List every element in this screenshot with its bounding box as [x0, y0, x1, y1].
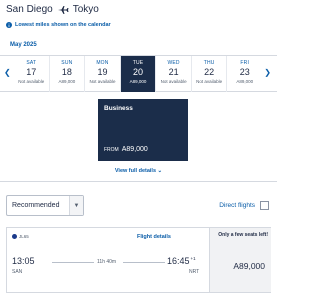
sort-value: Recommended — [12, 202, 60, 209]
arrival-time: 16:45 — [167, 256, 190, 266]
airline-logo-icon — [12, 234, 17, 239]
route-line-left — [52, 262, 94, 263]
cabin-name: Business — [104, 105, 133, 112]
day-of-week: SAT — [26, 60, 37, 66]
day-of-week: THU — [203, 60, 215, 66]
date-wed-21[interactable]: WED 21 Not available — [155, 56, 191, 92]
date-sat-17[interactable]: SAT 17 Not available — [14, 56, 49, 92]
arrival-airport-code: NRT — [189, 269, 200, 275]
cabin-price-value: A89,000 — [121, 146, 148, 153]
day-of-week: TUE — [132, 60, 144, 66]
fare-panel[interactable]: Only a few seats left! A89,000 — [209, 228, 271, 292]
direct-flights-filter[interactable]: Direct flights — [219, 201, 269, 210]
flight-info: JL65 Flight details 13:05 11h 40m 16:45+… — [7, 228, 209, 292]
sort-dropdown[interactable]: Recommended ▼ — [6, 195, 84, 216]
seats-left-notice: Only a few seats left! — [218, 232, 268, 238]
date-tue-20-selected[interactable]: TUE 20 A89,000 — [119, 56, 156, 92]
day-price: A89,000 — [58, 79, 76, 84]
departure-airport-code: SAN — [12, 269, 23, 275]
business-cabin-card[interactable]: Business FROM A89,000 — [98, 99, 188, 161]
flight-result-card[interactable]: JL65 Flight details 13:05 11h 40m 16:45+… — [6, 227, 271, 293]
flight-number: JL65 — [19, 234, 29, 239]
day-price: A89,000 — [236, 79, 254, 84]
chevron-down-icon: ⌄ — [157, 168, 163, 174]
from-label: FROM — [104, 147, 119, 153]
date-fri-23[interactable]: FRI 23 A89,000 — [226, 56, 262, 92]
day-of-week: SUN — [61, 60, 73, 66]
view-full-details-link[interactable]: View full details ⌄ — [0, 168, 277, 174]
date-sun-18[interactable]: SUN 18 A89,000 — [48, 56, 85, 92]
section-divider — [0, 181, 277, 182]
day-number: 18 — [61, 67, 72, 77]
day-number: 17 — [26, 67, 37, 77]
day-price: Not available — [196, 79, 223, 84]
arrival-time-block: 16:45+1 — [167, 256, 196, 266]
direct-flights-label: Direct flights — [219, 202, 255, 209]
direct-flights-checkbox[interactable] — [260, 201, 269, 210]
day-of-week: FRI — [240, 60, 250, 66]
date-mon-19[interactable]: MON 19 Not available — [84, 56, 120, 92]
day-number: 21 — [168, 67, 179, 77]
date-thu-22[interactable]: THU 22 Not available — [190, 56, 227, 92]
day-of-week: WED — [167, 60, 180, 66]
date-selector: ❮ SAT 17 Not available SUN 18 A89,000 MO… — [0, 55, 277, 92]
departure-time: 13:05 — [12, 256, 35, 266]
day-offset: +1 — [190, 256, 196, 261]
day-price: Not available — [18, 79, 45, 84]
previous-dates-chevron-icon[interactable]: ❮ — [4, 68, 11, 77]
fare-price: A89,000 — [233, 261, 265, 271]
cabin-price: FROM A89,000 — [104, 146, 148, 153]
next-dates-chevron-icon[interactable]: ❯ — [264, 68, 271, 77]
chevron-down-icon: ▼ — [69, 196, 83, 215]
day-number: 23 — [239, 67, 250, 77]
day-price: Not available — [160, 79, 187, 84]
origin-city: San Diego — [6, 4, 53, 15]
lowest-miles-notice: i Lowest miles shown on the calendar — [6, 22, 111, 28]
flight-details-link[interactable]: Flight details — [137, 234, 171, 240]
day-number: 19 — [97, 67, 108, 77]
destination-city: Tokyo — [72, 4, 99, 15]
info-icon: i — [6, 22, 12, 28]
notice-text: Lowest miles shown on the calendar — [15, 22, 111, 28]
airline: JL65 — [12, 234, 29, 239]
day-price: A89,000 — [129, 79, 147, 84]
route-header: San Diego Tokyo — [6, 4, 99, 15]
route-line-right — [123, 262, 165, 263]
month-label: May 2025 — [10, 42, 37, 48]
day-of-week: MON — [96, 60, 109, 66]
flight-duration: 11h 40m — [97, 259, 117, 265]
day-number: 22 — [204, 67, 215, 77]
view-full-details-label: View full details — [114, 168, 157, 174]
day-price: Not available — [89, 79, 116, 84]
airplane-icon — [57, 5, 69, 14]
day-number: 20 — [133, 67, 144, 77]
